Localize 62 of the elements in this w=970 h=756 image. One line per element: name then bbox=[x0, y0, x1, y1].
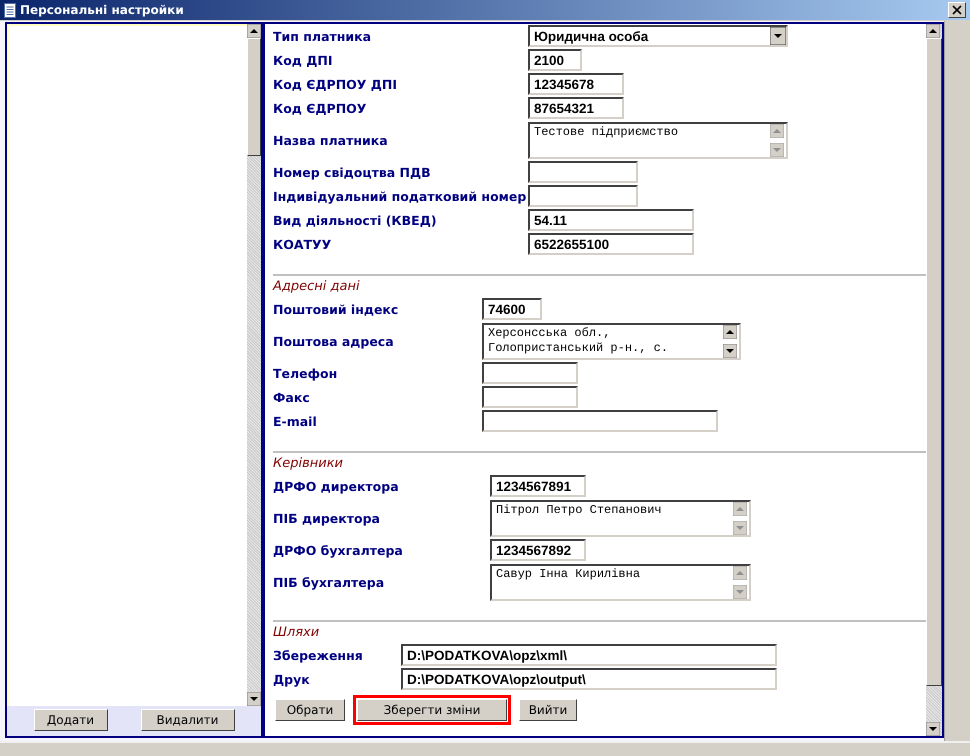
input-field[interactable]: D:\PODATKOVA\opz\xml\ bbox=[401, 644, 777, 666]
close-icon bbox=[952, 5, 962, 15]
text-area[interactable]: Херсонсська обл., Голопристанський р-н., с. bbox=[482, 322, 741, 360]
field-label: ДРФО бухгалтера bbox=[273, 542, 404, 558]
field-label: Збереження bbox=[273, 648, 364, 662]
scroll-up-icon[interactable] bbox=[723, 324, 737, 338]
field-label: Поштова адреса bbox=[273, 334, 395, 348]
text-area[interactable]: Савур Інна Кирилівна bbox=[490, 564, 751, 600]
scroll-up-icon[interactable] bbox=[770, 124, 784, 138]
field-label: Назва платника bbox=[273, 132, 389, 148]
scroll-up-icon[interactable] bbox=[926, 24, 940, 38]
input-field[interactable]: 12345678 bbox=[528, 73, 624, 95]
input-field[interactable]: 74600 bbox=[482, 298, 542, 320]
scroll-down-icon[interactable] bbox=[247, 692, 261, 706]
field-label: Індивідуальний податковий номер bbox=[273, 188, 528, 204]
field-label: Код ЄДРПОУ bbox=[273, 100, 368, 116]
scroll-down-icon[interactable] bbox=[723, 344, 737, 358]
field-label: Поштовий індекс bbox=[273, 302, 400, 316]
section-heading: Шляхи bbox=[273, 625, 320, 642]
section-heading: Адресні дані bbox=[273, 279, 361, 296]
field-label: Код ДПІ bbox=[273, 52, 334, 68]
field-label: Факс bbox=[273, 390, 311, 404]
form-button[interactable]: Обрати bbox=[275, 699, 345, 721]
field-label: КОАТУУ bbox=[273, 236, 332, 252]
input-field[interactable] bbox=[528, 185, 638, 207]
scroll-up-icon[interactable] bbox=[247, 24, 261, 38]
field-label: Номер свідоцтва ПДВ bbox=[273, 164, 432, 180]
document-icon bbox=[4, 2, 16, 18]
scroll-up-icon[interactable] bbox=[733, 502, 747, 516]
payer-type-dropdown[interactable]: Юридична особа bbox=[528, 25, 788, 47]
form-button[interactable]: Зберегти зміни bbox=[357, 699, 507, 721]
text-area[interactable]: Тестове підприємство bbox=[528, 122, 788, 158]
field-label: Тип платника bbox=[273, 28, 372, 44]
field-label: Друк bbox=[273, 672, 311, 686]
field-label: ПІБ бухгалтера bbox=[273, 574, 386, 590]
text-area[interactable]: Пітрол Петро Степанович bbox=[490, 500, 751, 536]
input-field[interactable] bbox=[482, 362, 578, 384]
scroll-down-icon[interactable] bbox=[926, 722, 940, 736]
field-label: ДРФО директора bbox=[273, 478, 400, 494]
field-label: Вид діяльності (КВЕД) bbox=[273, 212, 438, 228]
field-label: E-mail bbox=[273, 414, 318, 428]
panel-button[interactable]: Додати bbox=[34, 709, 108, 731]
input-field[interactable]: 87654321 bbox=[528, 97, 624, 119]
input-field[interactable] bbox=[482, 410, 718, 432]
field-label: ПІБ директора bbox=[273, 510, 381, 526]
field-label: Телефон bbox=[273, 366, 338, 380]
window-title: Персональні настройки bbox=[20, 3, 184, 17]
input-field[interactable]: D:\PODATKOVA\opz\output\ bbox=[401, 668, 777, 690]
input-field[interactable]: 54.11 bbox=[528, 209, 694, 231]
panel-button[interactable]: Видалити bbox=[140, 709, 234, 731]
dropdown-arrow-icon[interactable] bbox=[770, 27, 786, 45]
input-field[interactable]: 2100 bbox=[528, 49, 582, 71]
close-button[interactable] bbox=[948, 2, 966, 18]
input-field[interactable]: 6522655100 bbox=[528, 233, 694, 255]
scroll-up-icon[interactable] bbox=[733, 566, 747, 580]
field-label: Код ЄДРПОУ ДПІ bbox=[273, 76, 398, 92]
input-field[interactable]: 1234567891 bbox=[490, 475, 586, 497]
input-field[interactable]: 1234567892 bbox=[490, 539, 586, 561]
input-field[interactable] bbox=[482, 386, 578, 408]
input-field[interactable] bbox=[528, 161, 638, 183]
section-heading: Керівники bbox=[273, 456, 344, 473]
form-button[interactable]: Вийти bbox=[519, 699, 577, 721]
